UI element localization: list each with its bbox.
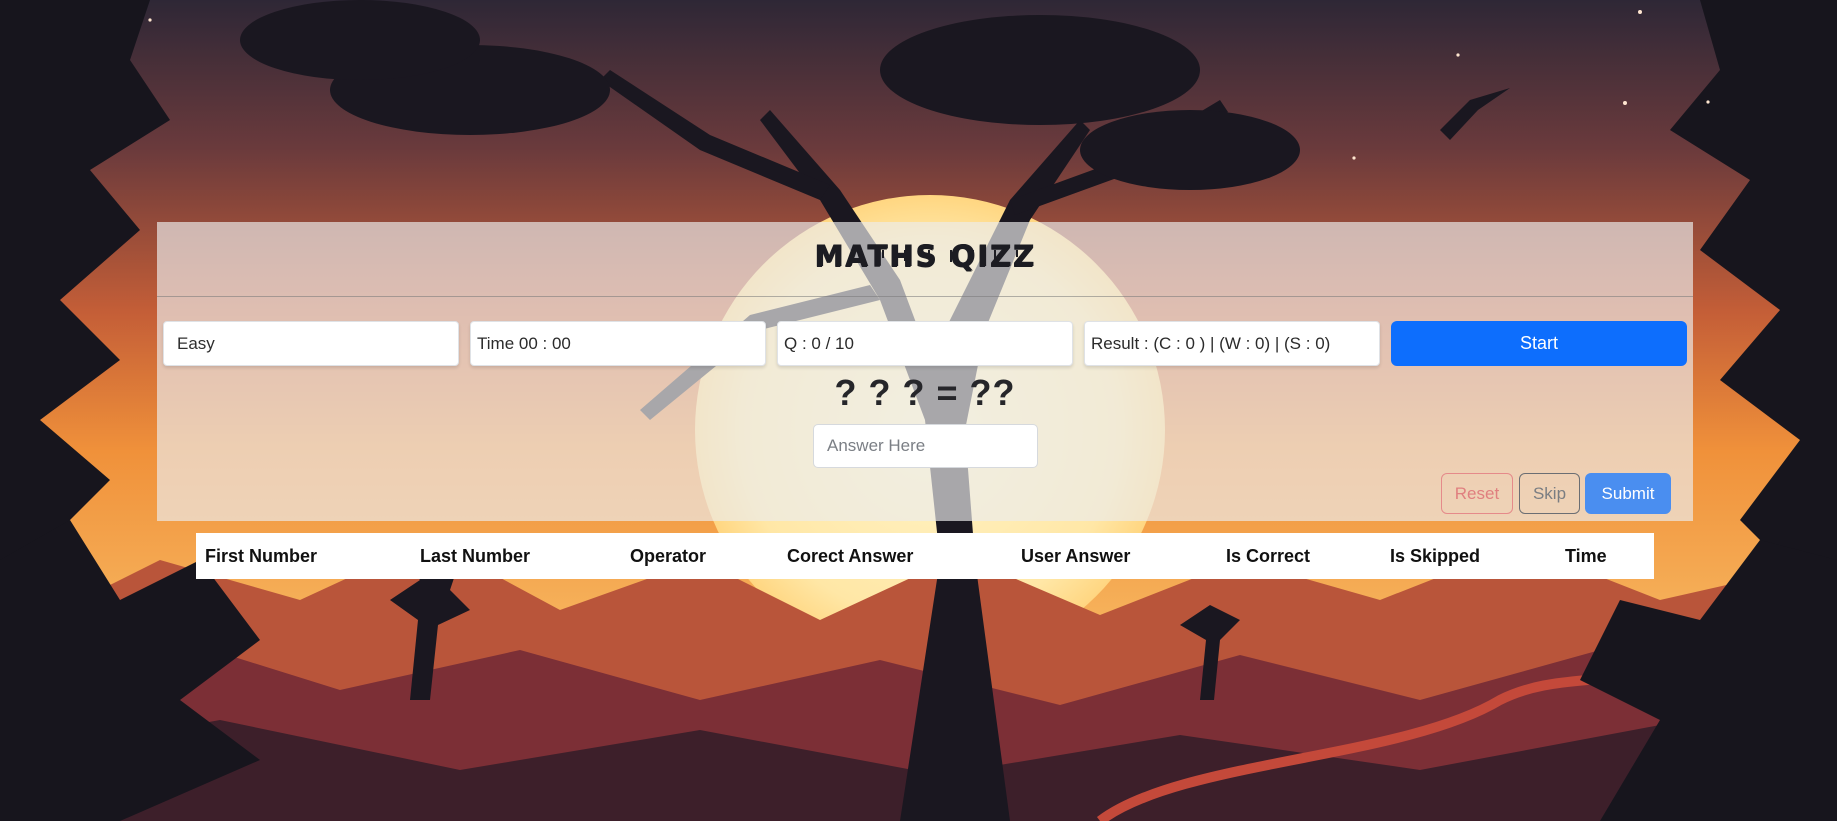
start-button[interactable]: Start [1391,321,1687,366]
header-operator: Operator [630,545,707,566]
difficulty-select[interactable]: Easy [163,321,459,366]
header-correct-answer: Corect Answer [787,545,914,566]
header-is-skipped: Is Skipped [1390,545,1481,566]
question-equation: ? ? ? = ?? [834,372,1016,413]
table-header-row: First Number Last Number Operator Corect… [196,533,1654,579]
title-drip-decoration [818,250,1018,262]
header-last-number: Last Number [420,545,531,566]
timer-display: Time 00 : 00 [470,321,766,366]
header-is-correct: Is Correct [1226,545,1311,566]
title-divider [157,296,1693,297]
header-first-number: First Number [205,545,318,566]
question-counter: Q : 0 / 10 [777,321,1073,366]
header-time: Time [1565,545,1607,566]
quiz-panel: MATHS QIZZ Easy Time 00 : 00 Q : 0 / 10 … [157,222,1693,521]
results-table: First Number Last Number Operator Corect… [196,533,1654,579]
skip-button[interactable]: Skip [1519,473,1580,514]
submit-button[interactable]: Submit [1585,473,1671,514]
result-summary: Result : (C : 0 ) | (W : 0) | (S : 0) [1084,321,1380,366]
header-user-answer: User Answer [1021,545,1131,566]
reset-button[interactable]: Reset [1441,473,1513,514]
answer-input[interactable] [813,424,1038,468]
